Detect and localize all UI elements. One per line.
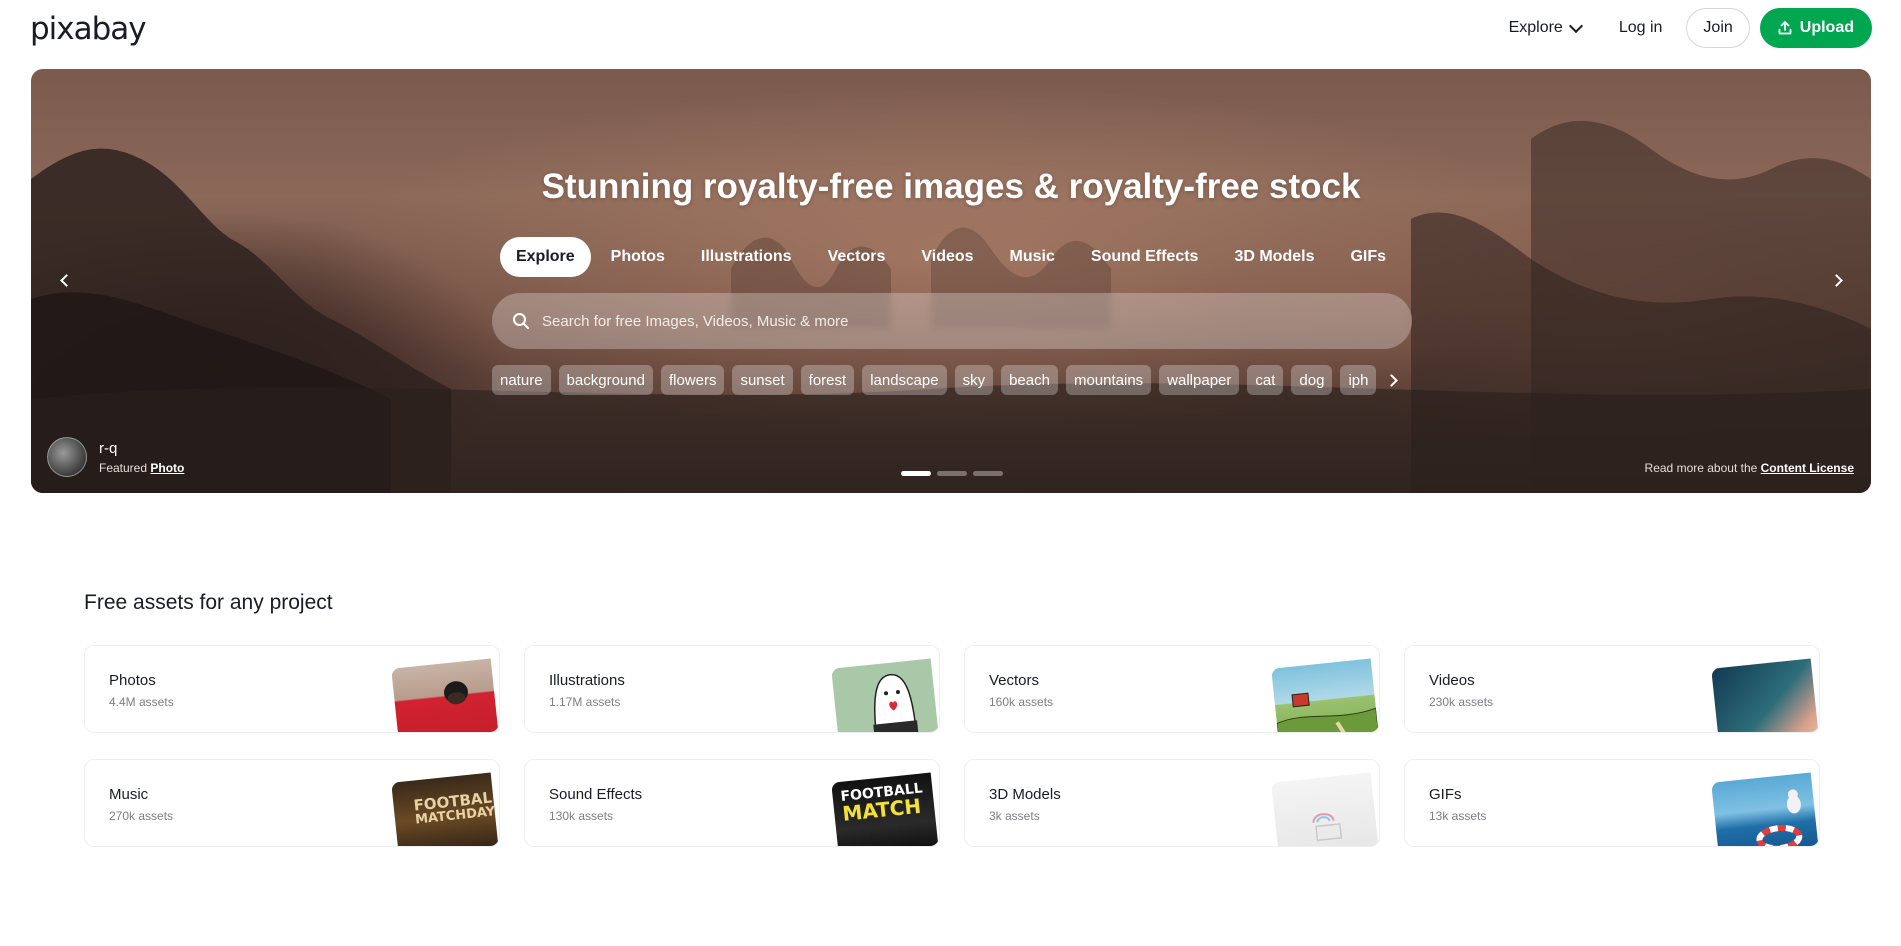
- chevron-left-icon: [59, 273, 73, 287]
- videos-thumbnail: [1711, 658, 1819, 732]
- search-bar: [492, 293, 1412, 349]
- hero-title: Stunning royalty-free images & royalty-f…: [541, 167, 1361, 206]
- header-nav: Explore Log in Join Upload: [1495, 8, 1872, 48]
- tab-photos[interactable]: Photos: [595, 237, 681, 277]
- search-input[interactable]: [542, 312, 1342, 330]
- upload-label: Upload: [1799, 19, 1854, 36]
- slide-dot[interactable]: [937, 471, 967, 476]
- upload-button[interactable]: Upload: [1759, 8, 1872, 48]
- photo-credit: r-q Featured Photo: [47, 437, 184, 477]
- sound-effects-thumbnail: FOOTBALL MATCH: [831, 772, 939, 846]
- asset-category-grid: Photos 4.4M assets Illustrations 1.17M a…: [84, 645, 1820, 847]
- card-title: Music: [109, 786, 149, 803]
- credit-username[interactable]: r-q: [99, 440, 184, 457]
- tag-chip[interactable]: nature: [492, 365, 551, 395]
- chevron-right-icon: [1829, 273, 1843, 287]
- top-bar: pixabay Explore Log in Join Upload: [0, 0, 1901, 57]
- tab-3d-models[interactable]: 3D Models: [1218, 237, 1330, 277]
- chevron-right-icon: [1384, 373, 1398, 387]
- card-count: 1.17M assets: [549, 695, 621, 709]
- vectors-thumbnail: [1271, 658, 1379, 732]
- search-icon[interactable]: [512, 312, 530, 330]
- tags-scroll-right-button[interactable]: [1376, 365, 1406, 395]
- asset-card-3d-models[interactable]: 3D Models 3k assets: [964, 759, 1380, 847]
- asset-card-sound-effects[interactable]: Sound Effects 130k assets FOOTBALL MATCH: [524, 759, 940, 847]
- featured-prefix: Featured: [99, 460, 148, 475]
- media-type-tabs: Explore Photos Illustrations Vectors Vid…: [31, 237, 1871, 277]
- explore-menu-button[interactable]: Explore: [1495, 8, 1595, 48]
- card-title: Videos: [1429, 672, 1475, 689]
- explore-label: Explore: [1508, 19, 1563, 36]
- card-title: Photos: [109, 672, 156, 689]
- tag-chip[interactable]: dog: [1291, 365, 1333, 395]
- card-count: 270k assets: [109, 809, 174, 823]
- popular-tags: nature background flowers sunset forest …: [492, 365, 1392, 395]
- tag-chip[interactable]: landscape: [862, 365, 947, 395]
- pixabay-logo[interactable]: pixabay: [30, 11, 147, 47]
- tab-music[interactable]: Music: [994, 237, 1071, 277]
- content-license-link[interactable]: Content License: [1761, 461, 1854, 475]
- asset-card-photos[interactable]: Photos 4.4M assets: [84, 645, 500, 733]
- hero-background-image: [31, 120, 1871, 493]
- asset-card-music[interactable]: Music 270k assets FOOTBALL MATCHDAY: [84, 759, 500, 847]
- card-count: 130k assets: [549, 809, 614, 823]
- asset-card-illustrations[interactable]: Illustrations 1.17M assets: [524, 645, 940, 733]
- tag-chip[interactable]: wallpaper: [1159, 365, 1240, 395]
- slide-indicators: [901, 471, 1003, 476]
- tag-chip[interactable]: flowers: [660, 365, 725, 395]
- photos-thumbnail: [391, 658, 499, 732]
- card-count: 13k assets: [1429, 809, 1487, 823]
- featured-photo-link[interactable]: Photo: [150, 461, 184, 475]
- tab-sound-effects[interactable]: Sound Effects: [1075, 237, 1215, 277]
- asset-card-videos[interactable]: Videos 230k assets: [1404, 645, 1820, 733]
- tag-chip[interactable]: forest: [800, 365, 855, 395]
- join-button[interactable]: Join: [1686, 8, 1750, 48]
- card-count: 160k assets: [989, 695, 1054, 709]
- card-count: 3k assets: [989, 809, 1040, 823]
- tag-chip[interactable]: sunset: [732, 365, 793, 395]
- assets-section-title: Free assets for any project: [84, 591, 333, 614]
- asset-card-vectors[interactable]: Vectors 160k assets: [964, 645, 1380, 733]
- tab-illustrations[interactable]: Illustrations: [685, 237, 808, 277]
- tab-explore[interactable]: Explore: [499, 237, 591, 277]
- card-count: 4.4M assets: [109, 695, 174, 709]
- tag-chip[interactable]: beach: [1001, 365, 1058, 395]
- gifs-thumbnail: [1711, 772, 1819, 846]
- music-thumbnail: FOOTBALL MATCHDAY: [391, 772, 499, 846]
- tab-gifs[interactable]: GIFs: [1334, 237, 1402, 277]
- hero-next-button[interactable]: [1821, 265, 1851, 295]
- card-title: Sound Effects: [549, 786, 643, 803]
- avatar[interactable]: [47, 437, 87, 477]
- tag-chip[interactable]: mountains: [1065, 365, 1152, 395]
- upload-icon: [1778, 21, 1792, 35]
- credit-featured: Featured Photo: [99, 461, 184, 475]
- asset-card-gifs[interactable]: GIFs 13k assets: [1404, 759, 1820, 847]
- hero-banner: Stunning royalty-free images & royalty-f…: [31, 69, 1871, 493]
- tag-chip[interactable]: sky: [954, 365, 994, 395]
- tab-vectors[interactable]: Vectors: [812, 237, 902, 277]
- tag-chip[interactable]: iph: [1340, 365, 1377, 395]
- tab-videos[interactable]: Videos: [905, 237, 989, 277]
- 3d-models-thumbnail: [1271, 772, 1379, 846]
- slide-dot[interactable]: [973, 471, 1003, 476]
- card-title: Vectors: [989, 672, 1040, 689]
- license-note: Read more about the Content License: [1645, 461, 1854, 475]
- card-title: GIFs: [1429, 786, 1462, 803]
- license-prefix: Read more about the: [1644, 461, 1758, 475]
- login-link[interactable]: Log in: [1605, 8, 1677, 48]
- tag-chip[interactable]: background: [558, 365, 653, 395]
- chevron-down-icon: [1568, 18, 1583, 33]
- slide-dot[interactable]: [901, 471, 931, 476]
- music-thumbnail-text: FOOTBALL MATCHDAY: [412, 787, 499, 828]
- card-title: 3D Models: [989, 786, 1061, 803]
- card-count: 230k assets: [1429, 695, 1494, 709]
- illustrations-thumbnail: [831, 658, 939, 732]
- card-title: Illustrations: [549, 672, 625, 689]
- tag-chip[interactable]: cat: [1247, 365, 1284, 395]
- sfx-thumbnail-text: FOOTBALL MATCH: [839, 780, 924, 826]
- hero-prev-button[interactable]: [51, 265, 81, 295]
